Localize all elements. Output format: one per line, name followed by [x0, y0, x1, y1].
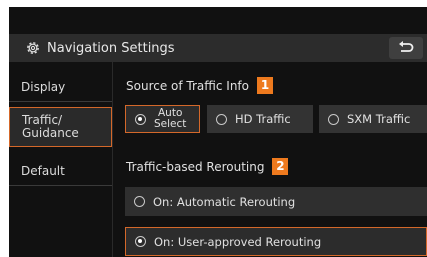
- radio-icon: [216, 113, 227, 125]
- sidebar-item-default[interactable]: Default: [9, 156, 112, 186]
- gear-icon: [25, 40, 41, 56]
- radio-icon: [134, 196, 145, 207]
- automatic-rerouting-option[interactable]: On: Automatic Rerouting: [125, 187, 427, 216]
- option-label: On: Automatic Rerouting: [153, 194, 296, 209]
- navigation-settings-screen: Navigation Settings Display Traffic/ Gui…: [9, 7, 427, 257]
- option-label: Select: [154, 118, 187, 130]
- option-label: On: User-approved Rerouting: [154, 234, 322, 249]
- option-label: HD Traffic: [235, 112, 291, 126]
- sxm-traffic-option[interactable]: SXM Traffic: [319, 105, 427, 133]
- page-title: Navigation Settings: [47, 40, 175, 56]
- rerouting-title: Traffic-based Rerouting 2: [126, 158, 289, 175]
- back-arrow-icon: [397, 39, 415, 58]
- sidebar-divider: [112, 62, 113, 257]
- sidebar-item-label: Display: [21, 80, 66, 94]
- user-approved-rerouting-option[interactable]: On: User-approved Rerouting: [125, 227, 427, 256]
- auto-select-option[interactable]: Auto Select: [125, 105, 200, 133]
- option-label: SXM Traffic: [347, 112, 411, 126]
- radio-selected-icon: [135, 236, 146, 247]
- radio-icon: [328, 113, 339, 125]
- radio-selected-icon: [135, 113, 146, 125]
- header-bar: Navigation Settings: [9, 34, 427, 62]
- sidebar: Display Traffic/ Guidance Default: [9, 62, 112, 257]
- sidebar-item-display[interactable]: Display: [9, 72, 112, 102]
- traffic-source-title: Source of Traffic Info 1: [126, 77, 273, 94]
- back-button[interactable]: [389, 37, 423, 59]
- sidebar-item-traffic-guidance[interactable]: Traffic/ Guidance: [9, 107, 112, 147]
- callout-badge: 1: [257, 77, 273, 94]
- callout-badge: 2: [272, 158, 289, 175]
- sidebar-item-label: Default: [21, 164, 65, 178]
- section-title-text: Traffic-based Rerouting: [126, 159, 265, 174]
- section-title-text: Source of Traffic Info: [126, 78, 249, 93]
- sidebar-item-label: Guidance: [22, 126, 79, 140]
- hd-traffic-option[interactable]: HD Traffic: [207, 105, 313, 133]
